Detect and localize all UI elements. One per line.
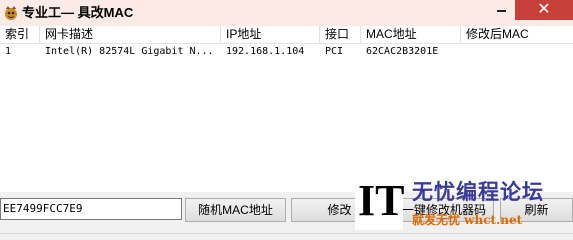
cell-description: Intel(R) 82574L Gigabit N...: [45, 46, 214, 57]
random-mac-button[interactable]: 随机MAC地址: [185, 198, 286, 222]
column-header-interface[interactable]: 接口: [320, 26, 361, 43]
title-bar[interactable]: 专业工— 具改MAC ✕: [0, 0, 573, 26]
status-strip: [0, 233, 573, 240]
watermark-subtitle: 就发无忧 whct.net: [412, 213, 523, 227]
minimize-icon: [497, 10, 506, 12]
cell-new-mac: [461, 44, 573, 60]
watermark-title: 无忧编程论坛: [412, 179, 544, 204]
list-header: 索引 网卡描述 IP地址 接口 MAC地址 修改后MAC: [0, 26, 573, 44]
mac-input[interactable]: EE7499FCC7E9: [0, 198, 182, 220]
window-title: 专业工— 具改MAC: [22, 5, 134, 20]
table-row[interactable]: 1 Intel(R) 82574L Gigabit N... 192.168.1…: [0, 44, 573, 60]
cell-interface: PCI: [325, 46, 344, 57]
column-header-index[interactable]: 索引: [0, 26, 40, 43]
column-header-mac[interactable]: MAC地址: [361, 26, 461, 43]
column-header-description[interactable]: 网卡描述: [40, 26, 221, 43]
column-header-new-mac[interactable]: 修改后MAC: [461, 26, 573, 43]
column-header-ip[interactable]: IP地址: [221, 26, 320, 43]
close-button[interactable]: ✕: [515, 0, 573, 20]
cell-mac: 62CAC2B3201E: [366, 46, 439, 57]
watermark-logo: IT: [358, 176, 405, 225]
adapter-list[interactable]: 索引 网卡描述 IP地址 接口 MAC地址 修改后MAC 1 Intel(R) …: [0, 26, 573, 193]
close-icon: ✕: [537, 1, 551, 18]
cell-ip: 192.168.1.104: [226, 46, 305, 57]
cell-index: 1: [5, 46, 12, 57]
minimize-button[interactable]: [488, 0, 515, 20]
app-icon: [3, 5, 19, 21]
